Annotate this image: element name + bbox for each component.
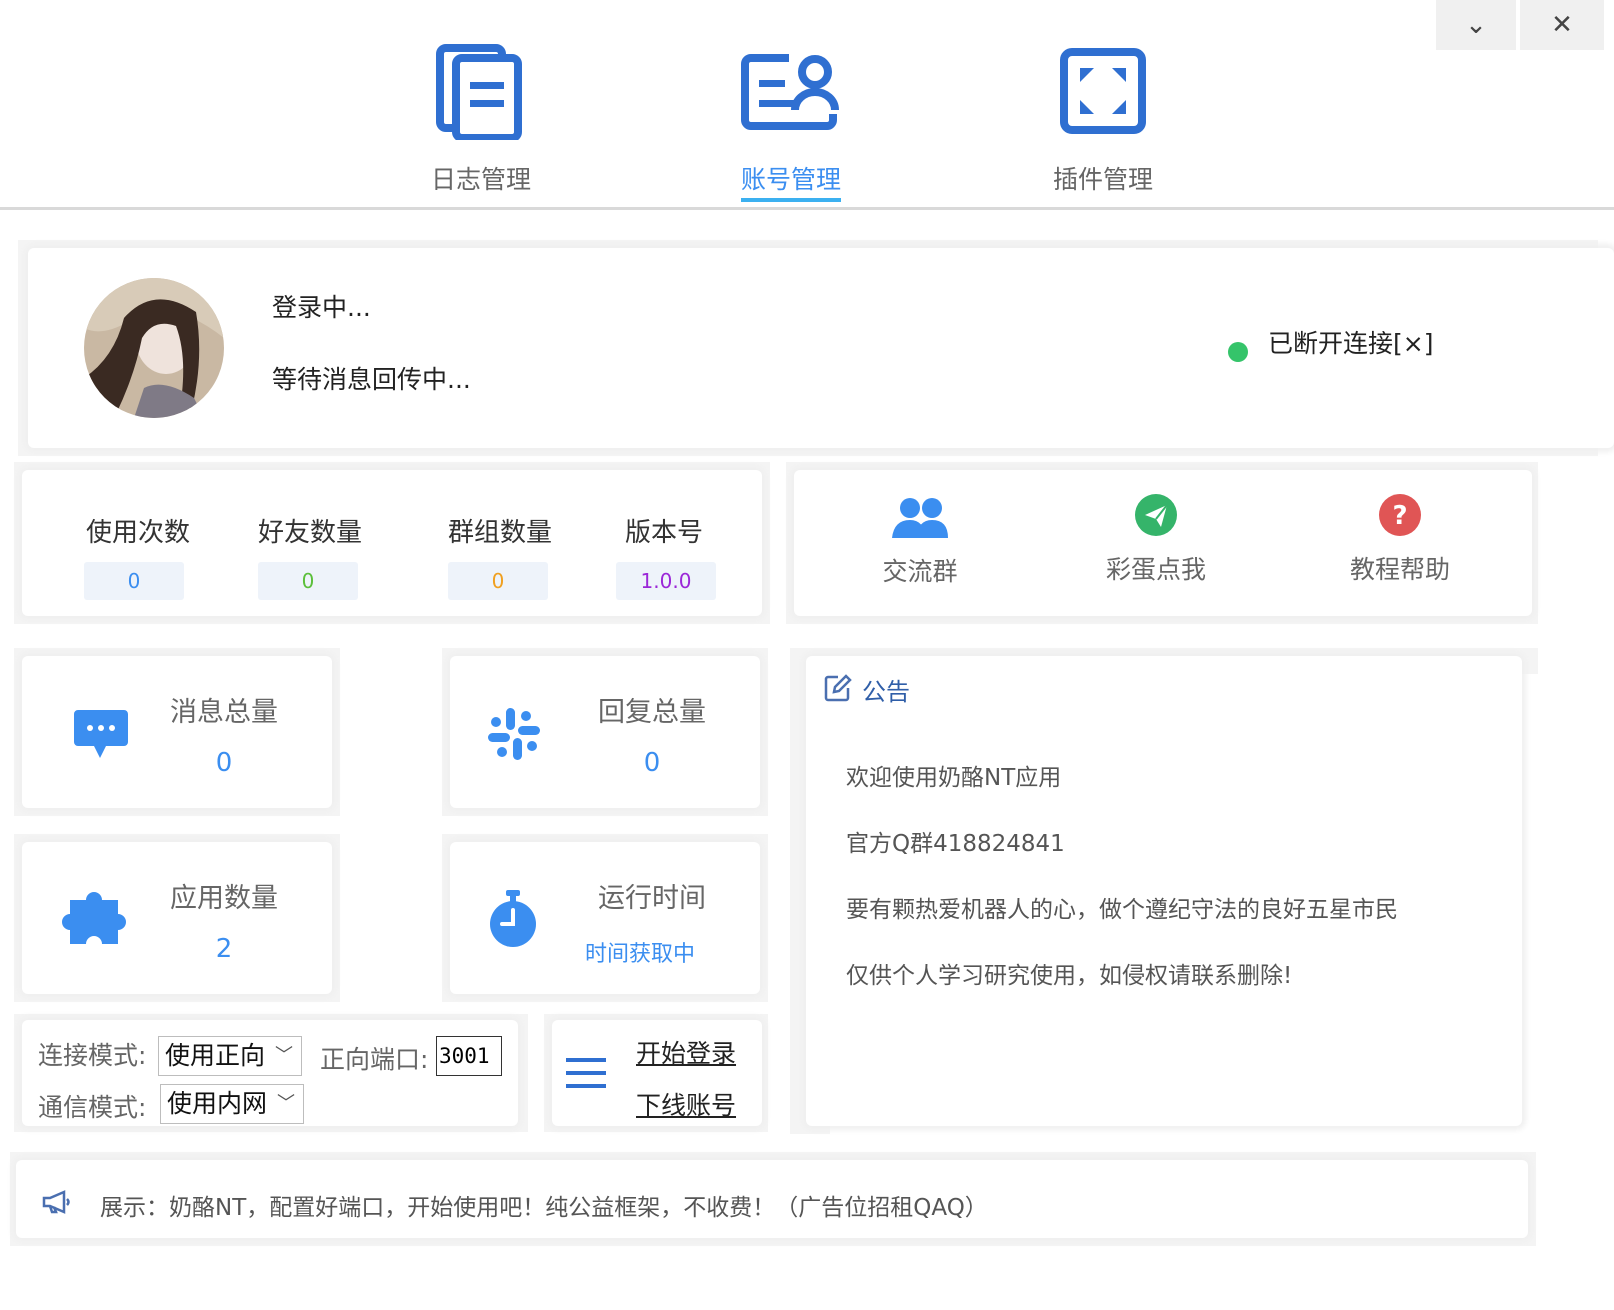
question-icon: ? xyxy=(1379,494,1421,536)
comm-mode-select[interactable]: 使用内网 ﹀ xyxy=(160,1084,304,1124)
chevron-down-icon: ⌄ xyxy=(1465,10,1487,40)
account-card-icon xyxy=(741,54,839,130)
users-icon xyxy=(892,498,948,538)
notice-line: 要有颗热爱机器人的心，做个遵纪守法的良好五星市民 xyxy=(846,897,1398,923)
stat-value: 0 xyxy=(84,562,184,600)
nav-tab-label: 日志管理 xyxy=(430,165,531,194)
connect-mode-value: 使用正向 xyxy=(165,1041,266,1070)
close-button[interactable]: ✕ xyxy=(1520,0,1604,50)
connection-dot-icon xyxy=(1228,342,1248,362)
actions-card: 开始登录 下线账号 xyxy=(552,1020,762,1126)
comm-mode-label: 通信模式: xyxy=(38,1093,147,1122)
puzzle-icon xyxy=(62,892,126,944)
metric-title: 应用数量 xyxy=(170,883,278,914)
nav-divider xyxy=(0,207,1614,210)
stat-value: 1.0.0 xyxy=(616,562,716,600)
chevron-down-icon: ﹀ xyxy=(277,1093,295,1114)
menu-icon[interactable] xyxy=(566,1056,606,1090)
stat-title: 版本号 xyxy=(624,518,703,548)
message-status: 等待消息回传中... xyxy=(272,365,471,394)
plugin-frame-icon xyxy=(1060,48,1146,134)
stat-value: 0 xyxy=(448,562,548,600)
quick-links-card: 交流群 彩蛋点我 ? 教程帮助 xyxy=(794,470,1532,616)
chat-bubble-icon xyxy=(74,710,128,758)
logout-link[interactable]: 下线账号 xyxy=(636,1086,736,1122)
nav-tab-label: 插件管理 xyxy=(1052,165,1153,194)
stat-title: 使用次数 xyxy=(85,518,190,548)
nav-tab-logs[interactable]: 日志管理 xyxy=(396,44,566,196)
quick-link-help[interactable]: ? 教程帮助 xyxy=(1310,492,1490,586)
banner-card: 展示：奶酪NT，配置好端口，开始使用吧！纯公益框架，不收费！（广告位招租QAQ） xyxy=(16,1160,1528,1238)
connect-mode-label: 连接模式: xyxy=(38,1041,147,1070)
nav-tab-plugins[interactable]: 插件管理 xyxy=(1018,44,1188,196)
stats-card: 使用次数 0 好友数量 0 群组数量 0 版本号 1.0.0 xyxy=(22,470,762,616)
start-login-link[interactable]: 开始登录 xyxy=(636,1034,736,1070)
metric-card-apps: 应用数量 2 xyxy=(22,842,332,994)
banner-text: 展示：奶酪NT，配置好端口，开始使用吧！纯公益框架，不收费！（广告位招租QAQ） xyxy=(100,1195,988,1221)
profile-card: 登录中... 等待消息回传中... 已断开连接[×] xyxy=(28,248,1614,448)
metric-card-uptime: 运行时间 时间获取中 xyxy=(450,842,760,994)
metric-value: 2 xyxy=(215,934,233,964)
quick-link-label: 交流群 xyxy=(882,557,958,586)
chevron-down-icon: ﹀ xyxy=(275,1045,293,1066)
notice-title: 公告 xyxy=(862,678,910,706)
quick-link-label: 彩蛋点我 xyxy=(1105,555,1206,584)
connect-mode-select[interactable]: 使用正向 ﹀ xyxy=(158,1036,302,1076)
quick-link-easter-egg[interactable]: 彩蛋点我 xyxy=(1066,492,1246,586)
nav-tab-label: 账号管理 xyxy=(740,160,841,202)
metric-card-replies: 回复总量 0 xyxy=(450,656,760,808)
avatar-image xyxy=(84,278,224,418)
metric-value: 时间获取中 xyxy=(584,942,695,967)
login-status: 登录中... xyxy=(272,293,371,322)
port-label: 正向端口: xyxy=(320,1045,429,1074)
notice-line: 仅供个人学习研究使用，如侵权请联系删除! xyxy=(846,963,1293,989)
metric-value: 0 xyxy=(215,748,233,778)
comm-mode-value: 使用内网 xyxy=(167,1089,268,1118)
quick-link-group[interactable]: 交流群 xyxy=(830,496,1010,588)
stopwatch-icon xyxy=(490,890,536,947)
metric-value: 0 xyxy=(643,748,661,778)
notice-line: 欢迎使用奶酪NT应用 xyxy=(846,765,1062,791)
metric-title: 消息总量 xyxy=(170,697,278,728)
edit-icon xyxy=(824,674,852,702)
metric-card-messages: 消息总量 0 xyxy=(22,656,332,808)
megaphone-icon xyxy=(42,1190,70,1214)
stat-title: 群组数量 xyxy=(447,518,552,548)
minimize-button[interactable]: ⌄ xyxy=(1436,0,1516,50)
close-icon: ✕ xyxy=(1551,10,1573,40)
metric-title: 回复总量 xyxy=(598,697,706,728)
port-input[interactable] xyxy=(436,1036,502,1076)
svg-text:?: ? xyxy=(1392,501,1407,531)
quick-link-label: 教程帮助 xyxy=(1349,555,1450,584)
connection-status[interactable]: 已断开连接[×] xyxy=(1268,324,1433,360)
paper-plane-icon xyxy=(1135,494,1177,536)
notice-line: 官方Q群418824841 xyxy=(846,831,1065,857)
settings-card: 连接模式: 使用正向 ﹀ 正向端口: 通信模式: 使用内网 ﹀ xyxy=(22,1020,518,1126)
stat-title: 好友数量 xyxy=(257,518,362,548)
slack-icon xyxy=(488,708,540,760)
avatar[interactable] xyxy=(84,278,224,418)
metric-title: 运行时间 xyxy=(598,883,706,914)
log-document-icon xyxy=(436,44,522,140)
nav-tab-account[interactable]: 账号管理 xyxy=(706,44,876,202)
stat-value: 0 xyxy=(258,562,358,600)
